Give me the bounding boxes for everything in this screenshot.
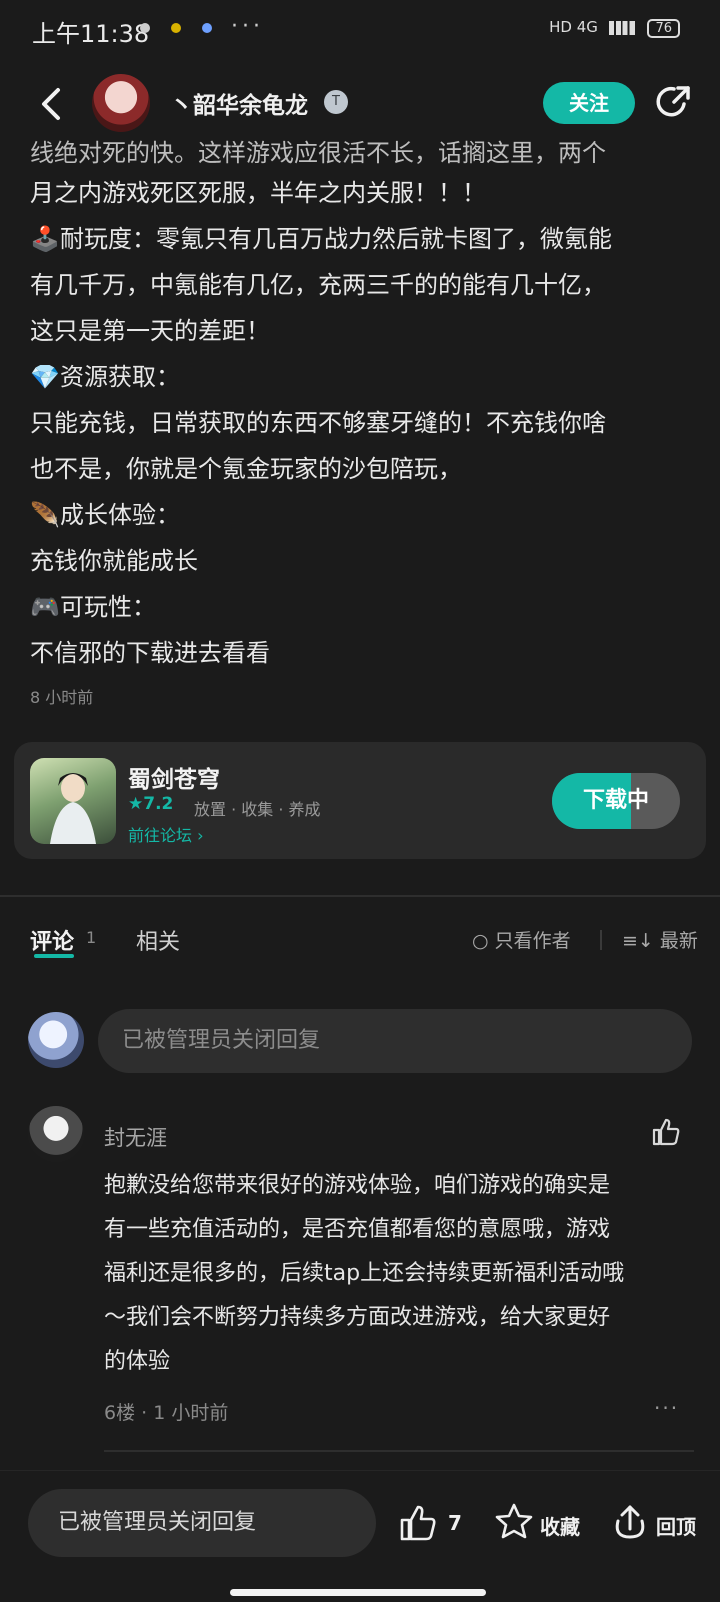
- comment-line: 有一些充值活动的，是否充值都看您的意愿哦，游戏: [104, 1217, 611, 1242]
- section-divider: [0, 895, 720, 897]
- comment-line: 的体验: [104, 1349, 171, 1374]
- game-card[interactable]: 蜀剑苍穹 ★7.2 放置 · 收集 · 养成 前往论坛 › 下载中: [14, 742, 706, 859]
- emoji-icon: 🪶: [30, 501, 60, 529]
- emoji-icon: 💎: [30, 363, 60, 391]
- divider: [600, 930, 602, 950]
- post-line: 🎮可玩性：: [30, 584, 690, 630]
- like-icon[interactable]: [398, 1503, 438, 1543]
- post-line-text: 充钱你就能成长: [30, 547, 198, 575]
- comments-count: 1: [86, 928, 97, 947]
- follow-button[interactable]: 关注: [543, 82, 635, 124]
- bottom-reply-input[interactable]: 已被管理员关闭回复: [28, 1489, 376, 1557]
- post-line: 也不是，你就是个氪金玩家的沙包陪玩，: [30, 446, 690, 492]
- more-options-icon[interactable]: ···: [654, 1396, 679, 1420]
- tab-active-indicator: [34, 954, 74, 958]
- status-time: 上午11:38: [32, 20, 150, 48]
- author-name[interactable]: 丶韶华余龟龙: [170, 86, 308, 120]
- download-label: 下载中: [582, 788, 649, 813]
- my-avatar: [28, 1012, 84, 1068]
- post-time: 8 小时前: [30, 688, 94, 707]
- tab-comments[interactable]: 评论: [30, 924, 74, 956]
- author-avatar[interactable]: [92, 74, 150, 132]
- reply-input[interactable]: 已被管理员关闭回复: [98, 1009, 692, 1073]
- emoji-icon: 🕹️: [30, 225, 60, 253]
- forum-link[interactable]: 前往论坛 ›: [128, 822, 204, 846]
- system-indicators: HD 4G 76: [549, 18, 680, 38]
- back-to-top-label[interactable]: 回顶: [656, 1511, 696, 1540]
- download-button[interactable]: 下载中: [552, 773, 680, 829]
- bottom-bar: 已被管理员关闭回复 7 收藏 回顶: [0, 1470, 720, 1602]
- back-arrow-icon[interactable]: [34, 84, 68, 124]
- game-title[interactable]: 蜀剑苍穹: [128, 760, 220, 794]
- user-badge-icon: T: [324, 90, 348, 114]
- game-rating: ★7.2: [128, 794, 174, 814]
- post-line: 这只是第一天的差距！: [30, 308, 690, 354]
- post-line-text: 耐玩度：零氪只有几百万战力然后就卡图了，微氪能: [60, 225, 612, 253]
- emoji-icon: 🎮: [30, 593, 60, 621]
- notification-icon: [140, 23, 150, 33]
- game-tags: 放置 · 收集 · 养成: [194, 800, 321, 819]
- post-body: 线绝对死的快。这样游戏应很活不长，话搁这里，两个 月之内游戏死区死服，半年之内关…: [30, 140, 690, 676]
- post-line-text: 资源获取：: [60, 363, 180, 391]
- commenter-name[interactable]: 封无涯: [104, 1122, 167, 1152]
- comment-line: ～我们会不断努力持续多方面改进游戏，给大家更好: [104, 1305, 611, 1330]
- network-label: HD 4G: [549, 18, 598, 36]
- game-icon[interactable]: [30, 758, 116, 844]
- post-line: 🕹️耐玩度：零氪只有几百万战力然后就卡图了，微氪能: [30, 216, 690, 262]
- post-clipped-line: 线绝对死的快。这样游戏应很活不长，话搁这里，两个: [30, 140, 606, 166]
- comment-line: 抱歉没给您带来很好的游戏体验，咱们游戏的确实是: [104, 1173, 611, 1198]
- thumbs-up-icon[interactable]: [650, 1116, 682, 1148]
- comment-divider: [104, 1450, 694, 1452]
- post-line-text: 月之内游戏死区死服，半年之内关服！！！: [30, 179, 486, 207]
- notification-icon: [202, 23, 212, 33]
- post-line: 充钱你就能成长: [30, 538, 690, 584]
- post-line: 💎资源获取：: [30, 354, 690, 400]
- back-to-top-icon[interactable]: [610, 1501, 650, 1541]
- star-icon[interactable]: [494, 1501, 534, 1541]
- author-only-toggle[interactable]: ○ 只看作者: [472, 926, 571, 953]
- post-line: 月之内游戏死区死服，半年之内关服！！！: [30, 170, 690, 216]
- favorite-label[interactable]: 收藏: [540, 1511, 580, 1540]
- post-line-text: 只能充钱，日常获取的东西不够塞牙缝的！不充钱你啥: [30, 409, 606, 437]
- post-line: 🪶成长体验：: [30, 492, 690, 538]
- home-indicator: [230, 1589, 486, 1596]
- more-notifications: ···: [231, 14, 264, 39]
- post-line-text: 不信邪的下载进去看看: [30, 639, 270, 667]
- post-line-text: 也不是，你就是个氪金玩家的沙包陪玩，: [30, 455, 462, 483]
- comment-line: 福利还是很多的，后续tap上还会持续更新福利活动哦: [104, 1261, 625, 1286]
- sort-latest-button[interactable]: ≡↓ 最新: [622, 926, 698, 953]
- status-bar: 上午11:38 ··· HD 4G 76: [0, 0, 720, 62]
- tab-related[interactable]: 相关: [136, 924, 180, 956]
- signal-icon: [608, 20, 635, 35]
- commenter-avatar[interactable]: [28, 1106, 84, 1162]
- comment-text: 抱歉没给您带来很好的游戏体验，咱们游戏的确实是 有一些充值活动的，是否充值都看您的…: [104, 1164, 694, 1384]
- top-nav: 丶韶华余龟龙 T 关注: [0, 62, 720, 152]
- notification-icons: ···: [140, 14, 264, 39]
- post-line: 不信邪的下载进去看看: [30, 630, 690, 676]
- comment-meta: 6楼 · 1 小时前: [104, 1402, 229, 1424]
- notification-icon: [171, 23, 181, 33]
- post-lines: 月之内游戏死区死服，半年之内关服！！！ 🕹️耐玩度：零氪只有几百万战力然后就卡图了…: [30, 170, 690, 676]
- post-line-text: 成长体验：: [60, 501, 180, 529]
- like-count[interactable]: 7: [448, 1511, 462, 1535]
- share-icon[interactable]: [654, 82, 694, 122]
- post-line-text: 可玩性：: [60, 593, 156, 621]
- post-line: 只能充钱，日常获取的东西不够塞牙缝的！不充钱你啥: [30, 400, 690, 446]
- post-line-text: 有几千万，中氪能有几亿，充两三千的的能有几十亿，: [30, 271, 606, 299]
- post-line: 有几千万，中氪能有几亿，充两三千的的能有几十亿，: [30, 262, 690, 308]
- battery-icon: 76: [647, 19, 680, 38]
- post-line-text: 这只是第一天的差距！: [30, 317, 270, 345]
